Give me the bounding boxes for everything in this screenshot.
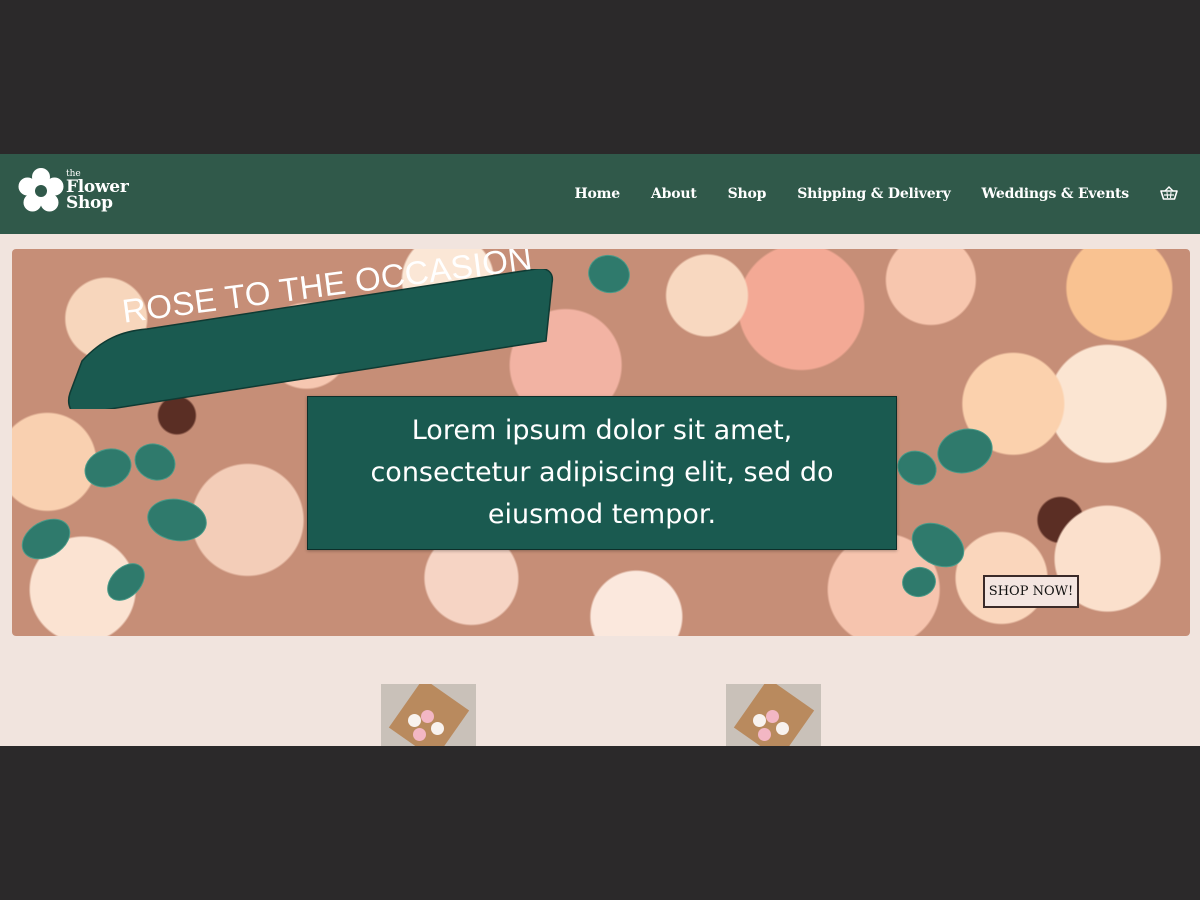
bloom-decoration [408,714,421,727]
bloom-decoration [758,728,771,741]
main-menu: Home About Shop Shipping & Delivery Wedd… [574,154,1178,234]
hero-text-panel: Lorem ipsum dolor sit amet, consectetur … [307,396,897,550]
leaf-decoration [892,445,942,491]
product-thumbnail[interactable] [381,684,476,746]
leaf-decoration [14,510,78,568]
hero-body-text: Lorem ipsum dolor sit amet, consectetur … [370,415,834,530]
hero-banner: ROSE TO THE OCCASION Lorem ipsum dolor s… [12,249,1190,636]
basket-icon[interactable] [1160,186,1178,202]
flower-logo-icon [18,168,64,212]
top-navigation: the Flower Shop Home About Shop Shipping… [0,154,1200,234]
bloom-decoration [753,714,766,727]
site-logo[interactable]: the Flower Shop [18,166,138,218]
leaf-decoration [899,564,939,600]
flower-shop-page: the Flower Shop Home About Shop Shipping… [0,154,1200,746]
bloom-decoration [776,722,789,735]
bloom-decoration [421,710,434,723]
leaf-decoration [583,250,635,298]
bloom-decoration [431,722,444,735]
leaf-decoration [128,436,182,488]
logo-shop-text: Shop [66,193,113,213]
nav-shop[interactable]: Shop [728,186,767,202]
product-thumbnail[interactable] [726,684,821,746]
nav-shipping-delivery[interactable]: Shipping & Delivery [797,186,950,202]
nav-about[interactable]: About [651,186,697,202]
leaf-decoration [143,494,211,546]
nav-home[interactable]: Home [574,186,620,202]
bloom-decoration [413,728,426,741]
leaf-decoration [78,441,138,495]
shop-now-button[interactable]: SHOP NOW! [983,575,1079,608]
bloom-decoration [766,710,779,723]
leaf-decoration [932,422,998,480]
leaf-decoration [99,555,153,609]
nav-weddings-events[interactable]: Weddings & Events [982,186,1130,202]
